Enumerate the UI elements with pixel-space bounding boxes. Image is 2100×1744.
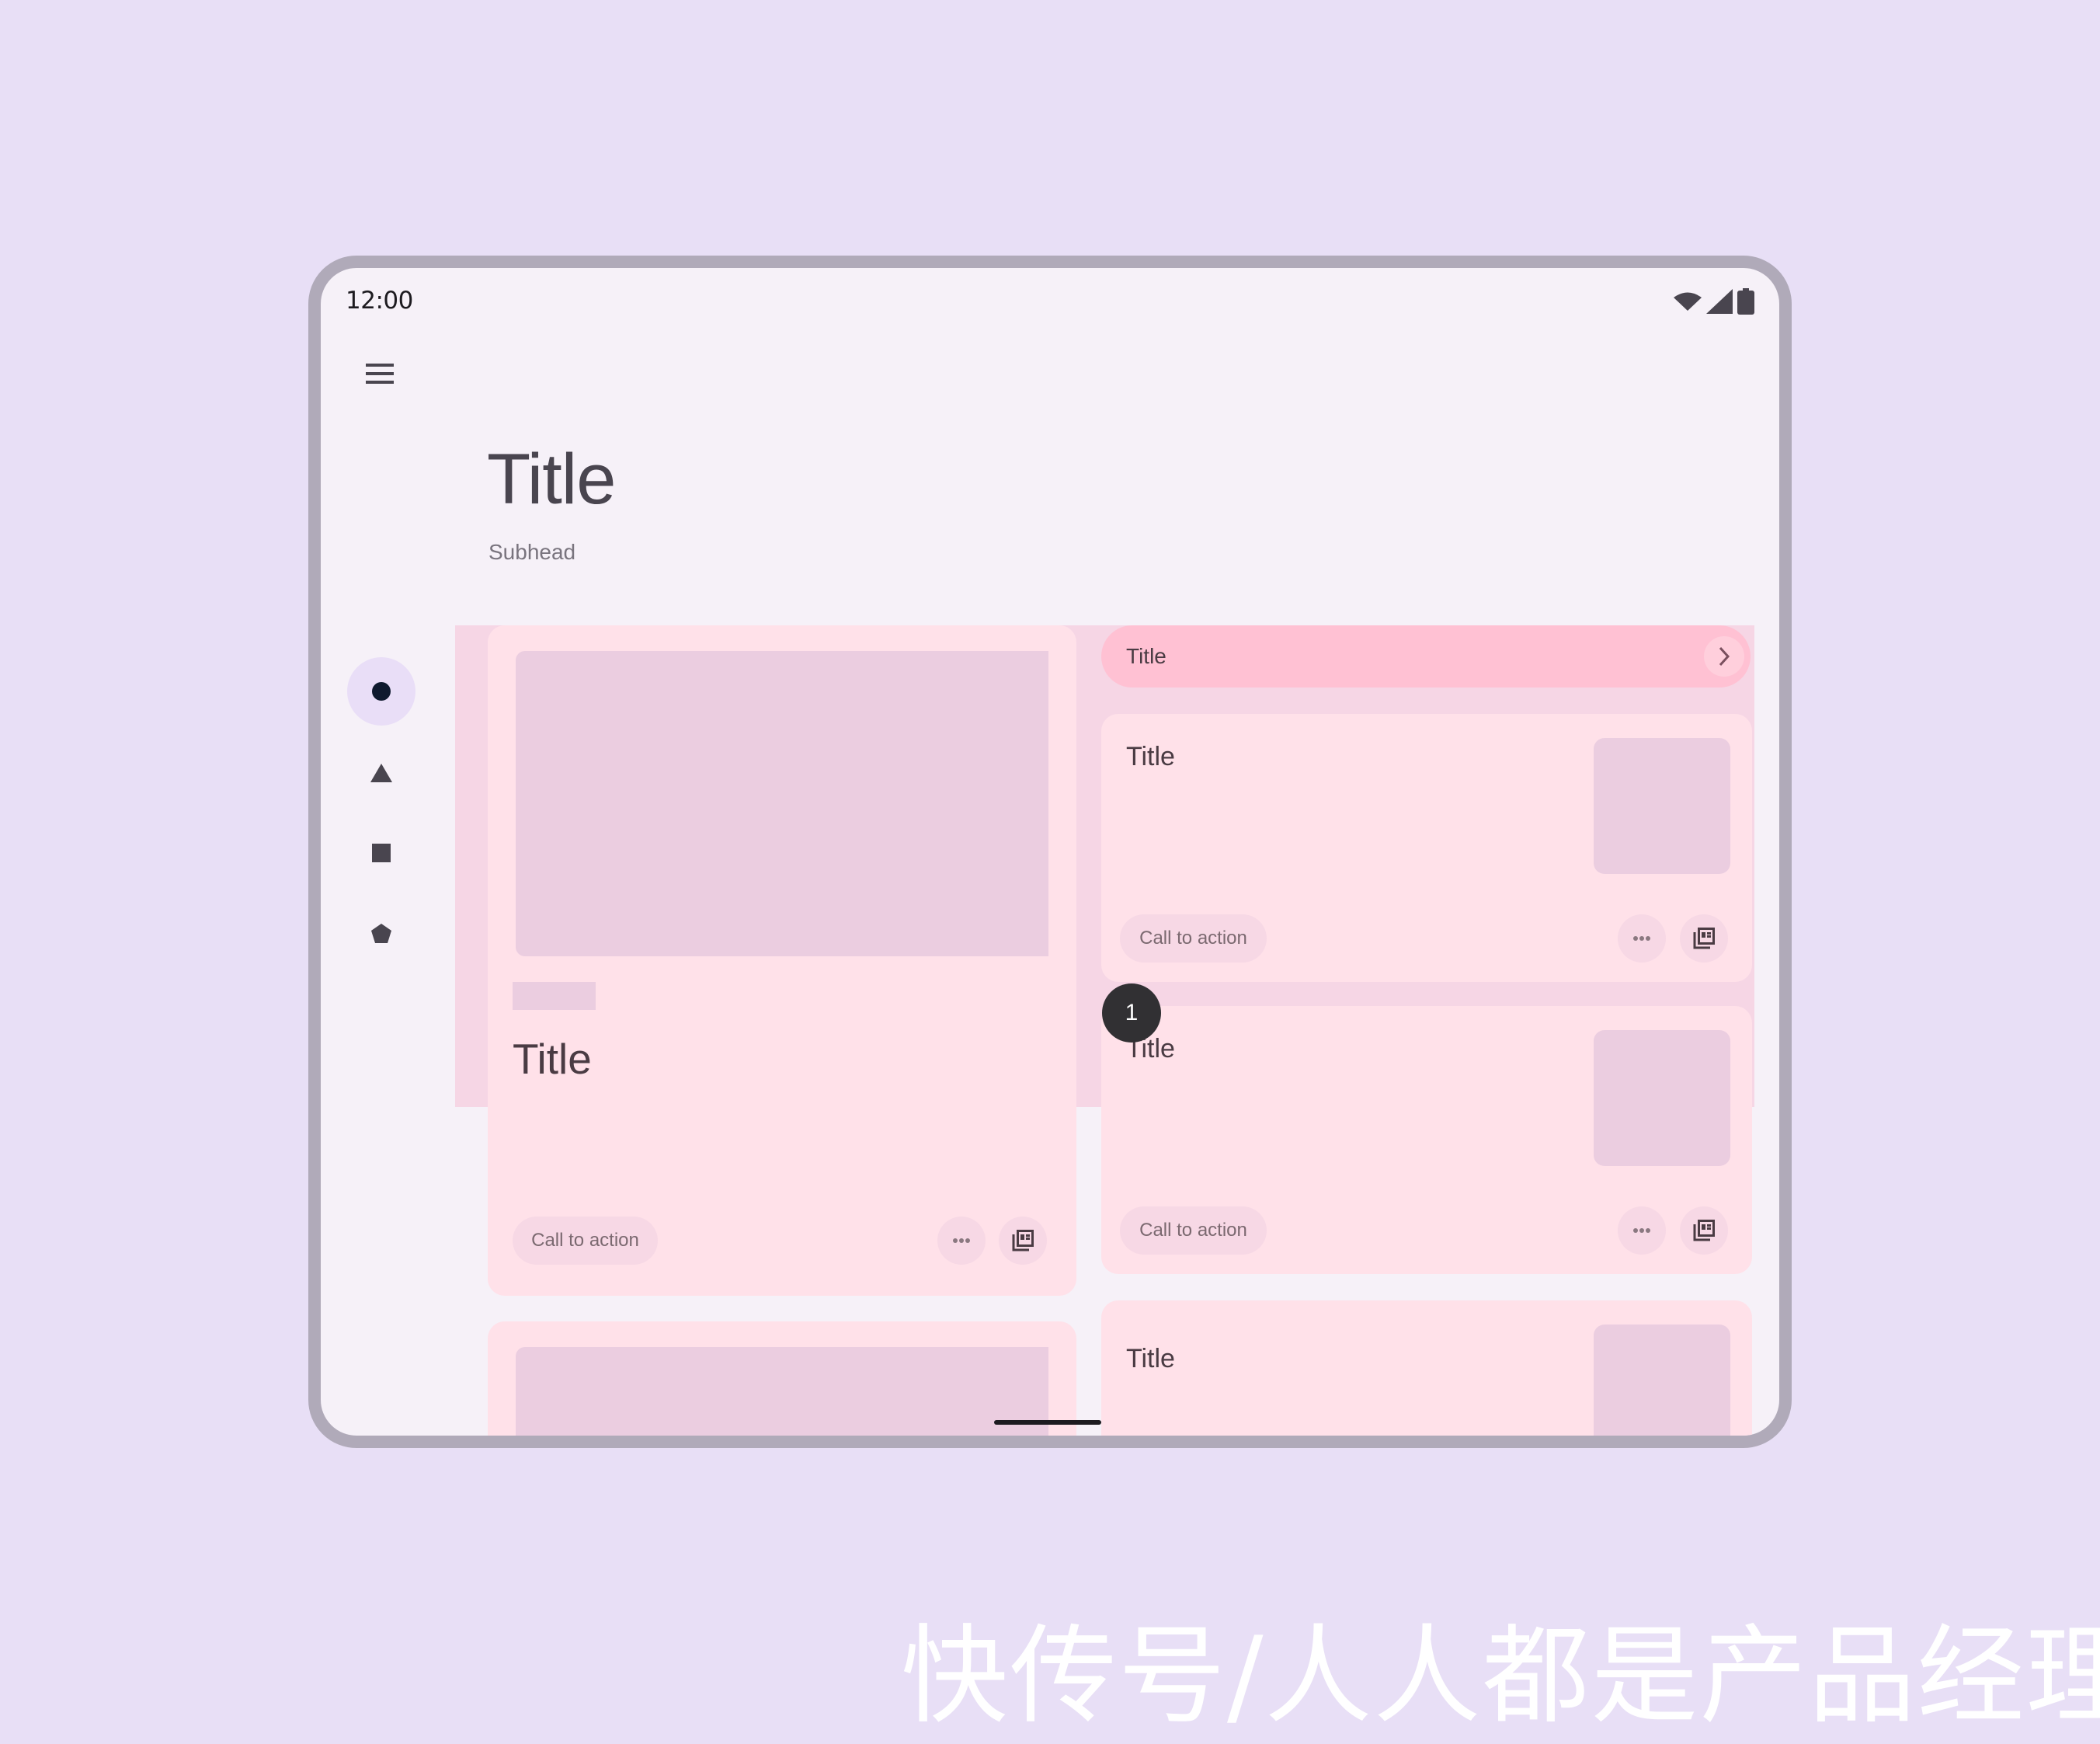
rail-item-circle[interactable]: [347, 657, 415, 726]
status-icons: [1674, 288, 1754, 315]
feed-card-compact[interactable]: Title Call to action: [1101, 714, 1752, 982]
gallery-icon: [1693, 928, 1715, 949]
gallery-button[interactable]: [1680, 1206, 1728, 1255]
call-to-action-button[interactable]: Call to action: [513, 1217, 658, 1265]
card-tag-placeholder: [513, 982, 596, 1010]
gallery-button[interactable]: [1680, 914, 1728, 963]
more-horiz-icon: [1633, 936, 1650, 941]
wifi-icon: [1674, 292, 1702, 311]
gallery-button[interactable]: [999, 1217, 1047, 1265]
card-thumbnail-placeholder: [1594, 738, 1730, 874]
gallery-icon: [1012, 1230, 1034, 1251]
page-title: Title: [487, 440, 616, 519]
more-horiz-icon: [953, 1238, 970, 1243]
card-title: Title: [1126, 1344, 1175, 1373]
card-thumbnail-placeholder: [1594, 1325, 1730, 1436]
square-icon: [372, 844, 391, 862]
gallery-icon: [1693, 1220, 1715, 1241]
rail-item-square[interactable]: [347, 819, 415, 887]
card-image-placeholder: [516, 651, 1048, 956]
hamburger-menu-icon[interactable]: [366, 360, 397, 388]
cellular-signal-icon: [1706, 289, 1733, 314]
more-button[interactable]: [1618, 1206, 1666, 1255]
more-horiz-icon: [1633, 1228, 1650, 1233]
chevron-right-button[interactable]: [1704, 636, 1744, 677]
rail-item-triangle[interactable]: [347, 739, 415, 807]
battery-icon: [1737, 288, 1754, 315]
section-header-chip[interactable]: Title: [1101, 625, 1751, 688]
page-subhead: Subhead: [488, 540, 576, 564]
more-button[interactable]: [1618, 914, 1666, 963]
feed-card-compact[interactable]: Title Call to action: [1101, 1006, 1752, 1274]
card-image-placeholder: [516, 1347, 1048, 1436]
more-button[interactable]: [937, 1217, 986, 1265]
pentagon-icon: [371, 924, 391, 943]
tablet-device-frame: 12:00 Title Subhead Title Call to action…: [308, 256, 1792, 1448]
call-to-action-button[interactable]: Call to action: [1120, 1206, 1267, 1255]
status-time: 12:00: [346, 287, 413, 315]
triangle-icon: [370, 764, 392, 782]
notification-badge: 1: [1102, 983, 1161, 1043]
section-header-title: Title: [1126, 644, 1166, 668]
chevron-right-icon: [1719, 646, 1730, 667]
home-indicator[interactable]: [994, 1420, 1101, 1425]
menu-line: [366, 364, 394, 367]
call-to-action-button[interactable]: Call to action: [1120, 914, 1267, 963]
card-title: Title: [1126, 742, 1175, 771]
rail-item-pentagon[interactable]: [347, 900, 415, 968]
card-title: Title: [513, 1035, 592, 1083]
feed-card-large[interactable]: [488, 1321, 1076, 1436]
feed-card-compact[interactable]: Title: [1101, 1300, 1752, 1436]
circle-icon: [372, 682, 391, 701]
content-pane: Title Call to action Title Title Call to…: [455, 625, 1754, 1436]
card-thumbnail-placeholder: [1594, 1030, 1730, 1166]
menu-line: [366, 372, 394, 375]
feed-card-large[interactable]: Title Call to action: [488, 625, 1076, 1296]
menu-line: [366, 381, 394, 384]
watermark-text: 快传号/人人都是产品经理: [901, 1613, 2100, 1739]
